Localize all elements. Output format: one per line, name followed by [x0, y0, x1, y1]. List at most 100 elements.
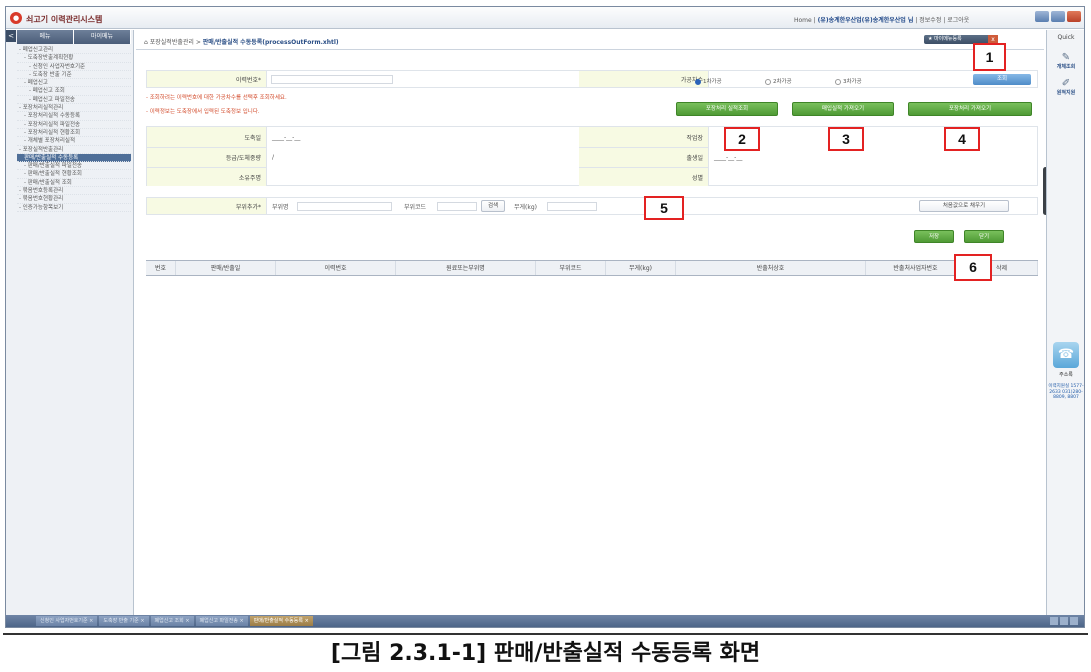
- open-tab-label: 폐업신고 파일전송: [199, 618, 238, 624]
- sidebar-item[interactable]: - 판매/반출실적 조회: [17, 179, 131, 188]
- breadcrumb: ⌂ 포장실적반출관리 > 판매/반출실적 수동등록(processOutForm…: [144, 37, 339, 46]
- reset-initial-button[interactable]: 처음값으로 채우기: [919, 200, 1009, 212]
- radio-process-1[interactable]: 1차가공: [695, 77, 722, 85]
- sidebar-item[interactable]: - 포장실적반출관리: [17, 146, 131, 154]
- home-link[interactable]: Home: [794, 17, 812, 24]
- sidebar-item[interactable]: - 도축장반출계획현황: [17, 54, 131, 63]
- main-content: ⌂ 포장실적반출관리 > 판매/반출실적 수동등록(processOutForm…: [136, 30, 1044, 626]
- open-tab[interactable]: 판매/반출실적 수동등록 ×: [249, 616, 313, 626]
- home-icon: ⌂: [144, 39, 148, 46]
- sidebar-item[interactable]: - 포장처리실적 수동등록: [17, 112, 131, 121]
- list-icon[interactable]: [1070, 617, 1078, 625]
- pen-icon: ✎: [1061, 52, 1071, 63]
- maximize-icon[interactable]: [1051, 11, 1065, 22]
- sidebar-item[interactable]: - 도축장 반출 기준: [17, 71, 131, 80]
- open-tab[interactable]: 신청인 사업자번호기준 ×: [36, 616, 98, 626]
- close-tab-icon[interactable]: ×: [139, 618, 144, 624]
- collapse-sidebar-button[interactable]: <: [6, 30, 16, 42]
- open-tab[interactable]: 폐업신고 조회 ×: [150, 616, 194, 626]
- part-add-row: 부위추가* 부위명 부위코드 검색 무게(kg) 처음값으로 채우기: [146, 197, 1038, 215]
- column-header: 이력번호: [276, 261, 396, 275]
- import-purchase-button[interactable]: 매입실적 가져오기: [792, 102, 894, 116]
- workplace-label: 작업장: [579, 127, 709, 147]
- sidebar-item[interactable]: - 폐업신고관리: [17, 46, 131, 55]
- breadcrumb-root[interactable]: 포장실적반출관리: [150, 39, 194, 46]
- process-level-label: 가공차수: [579, 71, 709, 87]
- packing-result-query-button[interactable]: 포장처리 실적조회: [676, 102, 778, 116]
- logout-link[interactable]: 로그아웃: [947, 17, 969, 24]
- radio-process-1-label: 1차가공: [703, 79, 722, 85]
- sidebar-item[interactable]: - 판매/반출실적 파일전송: [17, 162, 131, 171]
- sidebar-item[interactable]: - 판매/반출실적 현황조회: [17, 170, 131, 179]
- trace-number-label: 이력번호*: [147, 71, 267, 87]
- open-tab[interactable]: 도축장 반출 기준 ×: [99, 616, 149, 626]
- sidebar-item[interactable]: - 폐업신고 조회: [17, 87, 131, 96]
- hotline-info: 이력지원실 1577-2633 031)280-8809, 8807: [1048, 384, 1084, 400]
- column-header: 무게(kg): [606, 261, 676, 275]
- close-tab-icon[interactable]: ×: [184, 618, 189, 624]
- open-tab-label: 판매/반출실적 수동등록: [253, 618, 303, 624]
- column-header: 부위코드: [536, 261, 606, 275]
- weight-input[interactable]: [547, 202, 597, 211]
- trace-number-input[interactable]: [271, 75, 393, 84]
- radio-process-3[interactable]: 3차가공: [835, 77, 862, 85]
- prev-icon[interactable]: [1050, 617, 1058, 625]
- search-button[interactable]: 조회: [973, 74, 1031, 85]
- open-tab[interactable]: 폐업신고 파일전송 ×: [195, 616, 248, 626]
- close-tab-icon[interactable]: ×: [88, 618, 93, 624]
- sidebar-item[interactable]: - 묶음번호현황관리: [17, 195, 131, 204]
- open-tab-label: 신청인 사업자번호기준: [40, 618, 88, 624]
- sidebar-item[interactable]: 판매/반출실적 수동등록: [17, 153, 131, 163]
- next-icon[interactable]: [1060, 617, 1068, 625]
- sidebar-item[interactable]: - 묶음번호등록관리: [17, 187, 131, 196]
- note-2: - 이력정보는 도축장에서 입력된 도축정보 입니다.: [146, 109, 260, 115]
- birth-date-label: 출생일: [579, 147, 709, 167]
- minimize-icon[interactable]: [1035, 11, 1049, 22]
- results-table-body: [146, 276, 1038, 622]
- sidebar-item[interactable]: - 폐업신고: [17, 79, 131, 88]
- phone-icon[interactable]: ☎: [1053, 342, 1079, 368]
- window-buttons: [1035, 11, 1081, 22]
- quick-item-2[interactable]: ✐ 원적지원: [1051, 78, 1081, 96]
- close-tab-icon[interactable]: ×: [238, 618, 244, 624]
- close-button[interactable]: 닫기: [964, 230, 1004, 243]
- marker-3: 3: [828, 127, 864, 151]
- import-packing-button[interactable]: 포장처리 가져오기: [908, 102, 1032, 116]
- sidebar-item[interactable]: - 포장처리실적관리: [17, 104, 131, 113]
- breadcrumb-sep: >: [195, 39, 201, 46]
- column-header: 반출처상호: [676, 261, 866, 275]
- quick-item-1[interactable]: ✎ 개체조회: [1051, 52, 1081, 70]
- marker-2: 2: [724, 127, 760, 151]
- part-search-button[interactable]: 검색: [481, 200, 505, 212]
- close-window-icon[interactable]: [1067, 11, 1081, 22]
- open-tabs: 신청인 사업자번호기준 × 도축장 반출 기준 × 폐업신고 조회 × 폐업신고 파일…: [36, 616, 313, 626]
- tab-mymenu[interactable]: 마이메뉴: [74, 30, 131, 44]
- page-title: 판매/반출실적 수동등록(processOutForm.xhtl): [202, 39, 339, 46]
- sex-label: 성별: [579, 167, 709, 186]
- column-header: 반출처사업자번호: [866, 261, 966, 275]
- sidebar-item[interactable]: - 신청인 사업자번호기준: [17, 63, 131, 71]
- sidebar-item[interactable]: - 인증가능항목보기: [17, 204, 131, 212]
- breadcrumb-bar: ⌂ 포장실적반출관리 > 판매/반출실적 수동등록(processOutForm…: [136, 30, 1044, 50]
- sidebar-item[interactable]: - 폐업신고 파일전송: [17, 96, 131, 105]
- sidebar-item[interactable]: - 개체별 포장처리실적: [17, 137, 131, 146]
- tab-menu[interactable]: 메뉴: [17, 30, 74, 44]
- part-code-input[interactable]: [437, 202, 477, 211]
- app-window: ● 쇠고기 이력관리시스템 Home | (유)송계한우산업(유)송계한우산업 …: [5, 6, 1085, 628]
- radio-process-2[interactable]: 2차가공: [765, 77, 792, 85]
- save-button[interactable]: 저장: [914, 230, 954, 243]
- radio-process-2-label: 2차가공: [773, 79, 792, 85]
- quick-bar: Quick ✎ 개체조회 ✐ 원적지원 ☎ 주소록 이력지원실 1577-2633 …: [1046, 30, 1084, 626]
- sidebar-item[interactable]: - 포장처리실적 현황조회: [17, 129, 131, 138]
- note-1: - 조회하려는 이력번호에 대한 가공차수를 선택후 조회하세요.: [146, 95, 287, 101]
- results-table-header: 번호 판매/반출일 이력번호 원료또는부위명 부위코드 무게(kg) 반출처상호 반출처사업자…: [146, 260, 1038, 276]
- edit-info-link[interactable]: 정보수정: [919, 17, 941, 24]
- marker-1: 1: [973, 43, 1006, 71]
- close-tab-icon[interactable]: ×: [303, 618, 309, 624]
- part-name-input[interactable]: [297, 202, 392, 211]
- radio-process-3-label: 3차가공: [843, 79, 862, 85]
- sidebar-item[interactable]: - 포장처리실적 파일전송: [17, 121, 131, 129]
- quick-item-2-label: 원적지원: [1056, 90, 1076, 96]
- marker-4: 4: [944, 127, 980, 151]
- sidebar-menu: - 폐업신고관리 - 도축장반출계획현황 - 신청인 사업자번호기준 - 도축장 반출…: [17, 46, 131, 212]
